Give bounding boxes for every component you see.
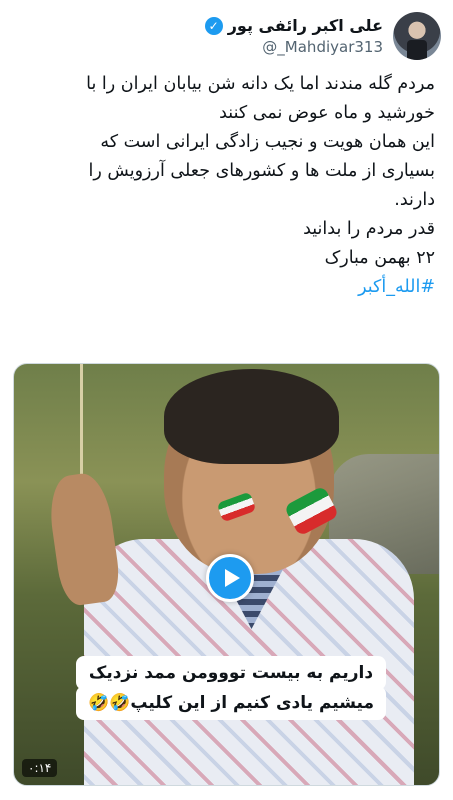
author-handle[interactable]: @_Mahdiyar313 (262, 38, 383, 56)
verified-badge-icon: ✓ (204, 16, 223, 35)
video-caption-line-1: داریم به بیست تووومن ممد نزدیک (76, 656, 386, 690)
video-frame-hair (164, 369, 339, 464)
tweet-line: این همان هویت و نجیب زادگی ایرانی است که (100, 132, 435, 152)
tweet-line: مردم گله مندند اما یک دانه شن بیابان ایر… (86, 74, 435, 94)
play-button[interactable] (206, 554, 254, 602)
video-frame-hand (45, 470, 123, 608)
author-name[interactable]: علی اکبر رائفی پور (228, 16, 383, 35)
tweet-line: ۲۲ بهمن مبارک (324, 248, 435, 268)
tweet-line: دارند. (394, 190, 435, 210)
video-caption-line-2: میشیم یادی کنیم از این کلیپ🤣🤣 (76, 686, 386, 720)
avatar[interactable] (393, 12, 441, 60)
video-duration-badge: ۰:۱۴ (22, 759, 58, 777)
play-icon (224, 569, 240, 587)
video-frame-stick (80, 364, 83, 484)
hashtag-link[interactable]: #الله_أكبر (15, 273, 435, 302)
tweet-line: بسیاری از ملت ها و کشورهای جعلی آرزویش ر… (88, 161, 435, 181)
tweet-body: مردم گله مندند اما یک دانه شن بیابان ایر… (15, 70, 435, 302)
tweet-header: علی اکبر رائفی پور ✓ @_Mahdiyar313 (0, 10, 453, 62)
tweet-line: قدر مردم را بدانید (303, 219, 435, 239)
video-player[interactable]: داریم به بیست تووومن ممد نزدیک میشیم یاد… (13, 363, 440, 786)
author-name-row: علی اکبر رائفی پور ✓ (204, 16, 383, 35)
tweet-line: خورشید و ماه عوض نمی کنند (219, 103, 435, 123)
